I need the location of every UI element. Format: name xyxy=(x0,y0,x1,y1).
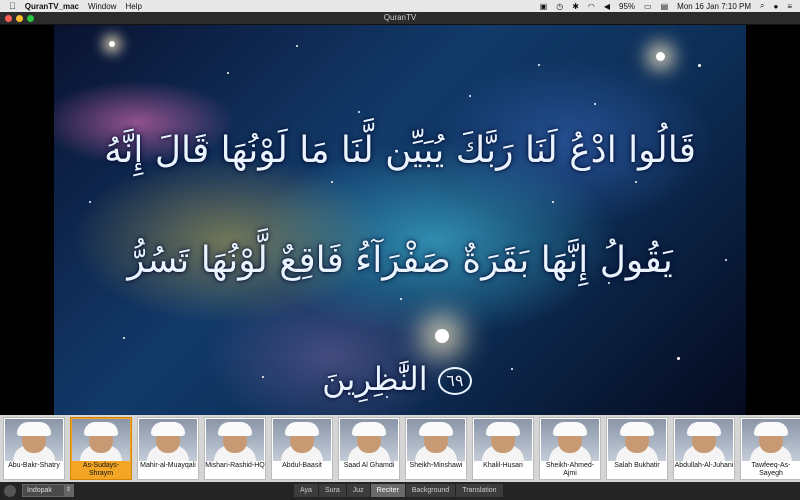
tab-translation[interactable]: Translation xyxy=(456,484,504,497)
reciter-name: Mahir-al-Muayqali xyxy=(140,462,196,469)
star-decoration xyxy=(656,52,666,62)
star-decoration xyxy=(538,64,541,66)
mode-tabs: Aya Sura Juz Reciter Background Translation xyxy=(294,484,504,497)
menu-app-name[interactable]: QuranTV_mac xyxy=(25,2,79,11)
flag-icon[interactable]: ▤ xyxy=(661,2,669,11)
tab-sura[interactable]: Sura xyxy=(318,484,347,497)
tab-background[interactable]: Background xyxy=(405,484,457,497)
reciter-photo xyxy=(675,419,733,461)
star-decoration xyxy=(593,103,596,105)
menu-bar:  QuranTV_mac Window Help ▣ ◷ ✱ ◠ ◀ 95% … xyxy=(0,0,800,12)
reciter-photo xyxy=(139,419,197,461)
star-decoration xyxy=(434,329,449,344)
reciter-photo xyxy=(72,419,130,461)
reciter-strip: Abu-Bakr-Shatry As-Sudays-Shraym Mahir-al-… xyxy=(0,415,800,482)
star-decoration xyxy=(88,200,91,203)
verse-line-3-text: النَّٰظِرِينَ xyxy=(322,360,428,398)
reciter-name: Sheikh-Minshawi xyxy=(409,462,463,469)
menu-help[interactable]: Help xyxy=(125,2,141,11)
reciter-card[interactable]: Mishari-Rashid-HQ xyxy=(204,417,266,480)
reciter-photo xyxy=(206,419,264,461)
bottom-toolbar: Indopak ⇕ Aya Sura Juz Reciter Background Tra… xyxy=(0,482,800,500)
reciter-card[interactable]: Abdullah-Al-Juhani xyxy=(673,417,735,480)
reciter-photo xyxy=(742,419,800,461)
tab-juz[interactable]: Juz xyxy=(346,484,371,497)
star-decoration xyxy=(469,95,472,98)
reciter-name: Tawfeeq-As-Sayegh xyxy=(751,462,791,477)
reciter-card[interactable]: Mahir-al-Muayqali xyxy=(137,417,199,480)
reciter-card[interactable]: As-Sudays-Shraym xyxy=(70,417,132,480)
reciter-photo xyxy=(5,419,63,461)
star-decoration xyxy=(552,200,555,203)
reciter-card[interactable]: Abu-Bakr-Shatry xyxy=(3,417,65,480)
star-decoration xyxy=(607,282,610,285)
reciter-name: Abu-Bakr-Shatry xyxy=(8,462,60,469)
reciter-photo xyxy=(273,419,331,461)
window-title: QuranTV xyxy=(383,13,417,22)
star-decoration xyxy=(635,181,638,183)
reciter-card[interactable]: Saad Al Ghamdi xyxy=(338,417,400,480)
time-machine-icon[interactable]: ◷ xyxy=(556,2,563,11)
search-icon[interactable]: ⌕ xyxy=(760,1,764,11)
star-decoration xyxy=(123,337,126,339)
star-decoration xyxy=(227,71,229,74)
galaxy-background: قَالُوا ادْعُ لَنَا رَبَّكَ يُبَيِّن لَّ… xyxy=(54,25,746,415)
verse-line-1: قَالُوا ادْعُ لَنَا رَبَّكَ يُبَيِّن لَّ… xyxy=(104,130,696,171)
verse-stage: قَالُوا ادْعُ لَنَا رَبَّكَ يُبَيِّن لَّ… xyxy=(0,25,800,415)
reciter-card[interactable]: Sheikh-Ahmed-Ajmi xyxy=(539,417,601,480)
star-decoration xyxy=(400,298,402,300)
reciter-photo xyxy=(474,419,532,461)
screen-icon[interactable]: ▣ xyxy=(540,2,548,11)
reciter-photo xyxy=(340,419,398,461)
menu-clock[interactable]: Mon 16 Jan 7:10 PM xyxy=(677,2,751,11)
verse-line-2: يَقُولُ إِنَّهَا بَقَرَةٌ صَفْرَآءُ فَاق… xyxy=(127,240,673,281)
reciter-name: Abdul-Baasit xyxy=(282,462,322,469)
reciter-name: Sheikh-Ahmed-Ajmi xyxy=(545,462,595,477)
tab-reciter[interactable]: Reciter xyxy=(370,484,406,497)
verse-line-3: ٦٩ النَّٰظِرِينَ xyxy=(54,360,746,398)
reciter-name: Abdullah-Al-Juhani xyxy=(674,462,734,469)
reciter-card[interactable]: Salah Bukhatir xyxy=(606,417,668,480)
script-select-value: Indopak xyxy=(27,487,52,494)
list-icon[interactable]: ≡ xyxy=(787,2,792,11)
star-decoration xyxy=(358,110,361,113)
menu-window[interactable]: Window xyxy=(88,2,116,11)
volume-icon[interactable]: ◀ xyxy=(604,2,610,11)
chevron-updown-icon: ⇕ xyxy=(64,485,73,496)
star-decoration xyxy=(296,44,299,47)
reciter-card[interactable]: Tawfeeq-As-Sayegh xyxy=(740,417,800,480)
bluetooth-icon[interactable]: ✱ xyxy=(572,2,579,11)
reciter-photo xyxy=(541,419,599,461)
ayah-number: ٦٩ xyxy=(437,367,472,395)
reciter-name: Mishari-Rashid-HQ xyxy=(205,462,265,469)
reciter-card[interactable]: Abdul-Baasit xyxy=(271,417,333,480)
play-button[interactable] xyxy=(4,485,16,497)
user-icon[interactable]: ● xyxy=(773,2,778,11)
script-select[interactable]: Indopak ⇕ xyxy=(22,484,74,497)
reciter-name: Salah Bukhatir xyxy=(614,462,660,469)
reciter-name: Saad Al Ghamdi xyxy=(343,462,395,469)
reciter-photo xyxy=(407,419,465,461)
reciter-photo xyxy=(608,419,666,461)
star-decoration xyxy=(697,64,701,67)
reciter-name: Khalil-Husari xyxy=(483,462,523,469)
reciter-name: As-Sudays-Shraym xyxy=(82,462,120,477)
apple-icon[interactable]:  xyxy=(9,1,16,11)
star-decoration xyxy=(109,40,116,47)
window-titlebar: QuranTV xyxy=(0,12,800,25)
reciter-card[interactable]: Sheikh-Minshawi xyxy=(405,417,467,480)
tab-aya[interactable]: Aya xyxy=(294,484,319,497)
battery-icon[interactable]: ▭ xyxy=(644,2,652,11)
battery-percent[interactable]: 95% xyxy=(619,2,635,11)
star-decoration xyxy=(330,181,333,183)
wifi-icon[interactable]: ◠ xyxy=(588,2,595,11)
reciter-card[interactable]: Khalil-Husari xyxy=(472,417,534,480)
